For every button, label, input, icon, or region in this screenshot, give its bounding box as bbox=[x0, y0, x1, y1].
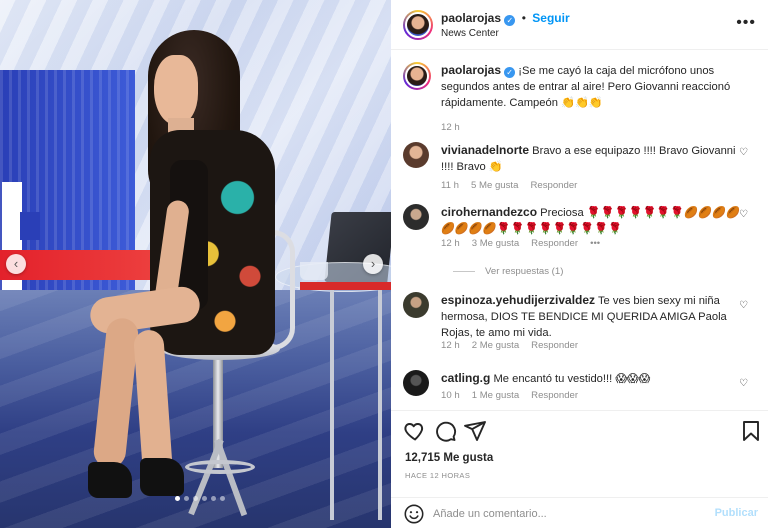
carousel-dot bbox=[211, 496, 216, 501]
heart-icon[interactable]: ♡ bbox=[739, 378, 749, 389]
comment-likes[interactable]: 1 Me gusta bbox=[472, 390, 519, 401]
post-time: HACE 12 HORAS bbox=[405, 471, 471, 480]
comment-likes[interactable]: 2 Me gusta bbox=[472, 340, 519, 351]
desk-edge bbox=[300, 282, 391, 290]
chevron-right-icon[interactable]: › bbox=[363, 254, 383, 274]
comment-item: espinoza.yehudijerzivaldez Te ves bien s… bbox=[403, 292, 753, 354]
header-user-line: paolarojas ✓ • Seguir bbox=[441, 11, 570, 26]
publish-button[interactable]: Publicar bbox=[715, 507, 758, 519]
avatar[interactable] bbox=[403, 370, 429, 396]
comment-meta: 10 h 1 Me gusta Responder bbox=[441, 390, 578, 401]
woman-face bbox=[154, 55, 198, 125]
heart-icon[interactable]: ♡ bbox=[739, 147, 749, 158]
comment-icon[interactable] bbox=[433, 419, 457, 443]
comment-time: 10 h bbox=[441, 390, 460, 401]
comment-username[interactable]: espinoza.yehudijerzivaldez bbox=[441, 293, 595, 307]
reply-button[interactable]: Responder bbox=[530, 180, 577, 191]
follow-button[interactable]: Seguir bbox=[532, 11, 569, 25]
comment-input[interactable] bbox=[433, 505, 703, 523]
comment-meta: 12 h 2 Me gusta Responder bbox=[441, 340, 578, 351]
avatar[interactable] bbox=[403, 62, 431, 90]
comment-text-block: catling.g Me encantó tu vestido!!! 😱😱😱 bbox=[441, 370, 749, 387]
comment-username[interactable]: catling.g bbox=[441, 371, 490, 385]
avatar[interactable] bbox=[403, 10, 433, 40]
chevron-left-icon[interactable]: ‹ bbox=[6, 254, 26, 274]
post-header: paolarojas ✓ • Seguir News Center ••• bbox=[391, 0, 768, 50]
black-shoe bbox=[88, 462, 132, 498]
heart-icon[interactable]: ♡ bbox=[739, 300, 749, 311]
caption: paolarojas ✓ ¡Se me cayó la caja del mic… bbox=[403, 62, 753, 133]
reply-button[interactable]: Responder bbox=[531, 238, 578, 249]
comment-text-block: espinoza.yehudijerzivaldez Te ves bien s… bbox=[441, 292, 749, 341]
comment-item: ciroherna­ndezco Preciosa 🌹🌹🌹🌹🌹🌹🌹🏉🏉🏉🏉🏉🏉🏉… bbox=[403, 204, 753, 284]
caption-time: 12 h bbox=[441, 122, 460, 133]
comment-item: catling.g Me encantó tu vestido!!! 😱😱😱 1… bbox=[403, 370, 753, 410]
comment-time: 12 h bbox=[441, 238, 460, 249]
likes-count[interactable]: 12,715 Me gusta bbox=[405, 452, 493, 464]
post-location[interactable]: News Center bbox=[441, 28, 499, 39]
stool-ring bbox=[185, 460, 255, 474]
comment-meta: 11 h 5 Me gusta Responder bbox=[441, 180, 577, 191]
comment-likes[interactable]: 5 Me gusta bbox=[471, 180, 518, 191]
comment-meta: 12 h 3 Me gusta Responder ••• bbox=[441, 238, 600, 249]
avatar[interactable] bbox=[403, 142, 429, 168]
comment-likes[interactable]: 3 Me gusta bbox=[472, 238, 519, 249]
bookmark-icon[interactable] bbox=[739, 419, 763, 443]
post-username[interactable]: paolarojas bbox=[441, 11, 501, 25]
comment-text-block: ciroherna­ndezco Preciosa 🌹🌹🌹🌹🌹🌹🌹🏉🏉🏉🏉🏉🏉🏉… bbox=[441, 204, 749, 237]
reply-button[interactable]: Responder bbox=[531, 390, 578, 401]
carousel-dots bbox=[175, 496, 225, 501]
carousel-dot bbox=[184, 496, 189, 501]
carousel-dot bbox=[220, 496, 225, 501]
desk-leg bbox=[330, 290, 334, 520]
comment-username[interactable]: vivianadelnorte bbox=[441, 143, 529, 157]
comment-item: vivianadelnorte Bravo a ese equipazo !!!… bbox=[403, 142, 753, 192]
heart-icon[interactable] bbox=[403, 419, 427, 443]
carousel-dot bbox=[193, 496, 198, 501]
carousel-dot bbox=[202, 496, 207, 501]
send-icon[interactable] bbox=[463, 419, 487, 443]
desk-leg bbox=[378, 290, 382, 520]
comment-more-icon[interactable]: ••• bbox=[590, 238, 600, 249]
heart-icon[interactable]: ♡ bbox=[739, 209, 749, 220]
caption-meta: 12 h bbox=[441, 122, 460, 133]
comment-time: 12 h bbox=[441, 340, 460, 351]
avatar[interactable] bbox=[403, 292, 429, 318]
add-comment-bar: Publicar bbox=[391, 497, 768, 528]
caption-text-block: paolarojas ✓ ¡Se me cayó la caja del mic… bbox=[441, 62, 747, 111]
cup bbox=[300, 262, 328, 280]
reply-button[interactable]: Responder bbox=[531, 340, 578, 351]
avatar[interactable] bbox=[403, 204, 429, 230]
more-options-icon[interactable]: ••• bbox=[736, 14, 756, 32]
post-photo: ‹ › bbox=[0, 0, 391, 528]
carousel-dot-active bbox=[175, 496, 180, 501]
verified-badge-icon: ✓ bbox=[504, 15, 516, 26]
verified-badge-icon: ✓ bbox=[504, 67, 516, 78]
caption-username[interactable]: paolarojas bbox=[441, 63, 501, 77]
comment-time: 11 h bbox=[441, 180, 459, 191]
comment-text: Me encantó tu vestido!!! 😱😱😱 bbox=[493, 373, 651, 385]
black-shoe bbox=[140, 458, 184, 496]
comments-list: paolarojas ✓ ¡Se me cayó la caja del mic… bbox=[391, 50, 768, 410]
post-sidebar: paolarojas ✓ • Seguir News Center ••• pa… bbox=[391, 0, 768, 528]
post-actions: 12,715 Me gusta HACE 12 HORAS Publicar bbox=[391, 410, 768, 528]
view-replies-button[interactable]: Ver respuestas (1) bbox=[453, 266, 563, 277]
comment-text-block: vivianadelnorte Bravo a ese equipazo !!!… bbox=[441, 142, 749, 175]
instagram-post-modal: ‹ › paolarojas ✓ • Seguir News Center ••… bbox=[0, 0, 768, 528]
emoji-icon[interactable] bbox=[403, 503, 425, 525]
separator-dot: • bbox=[521, 11, 526, 25]
comment-username[interactable]: ciroherna­ndezco bbox=[441, 205, 537, 219]
